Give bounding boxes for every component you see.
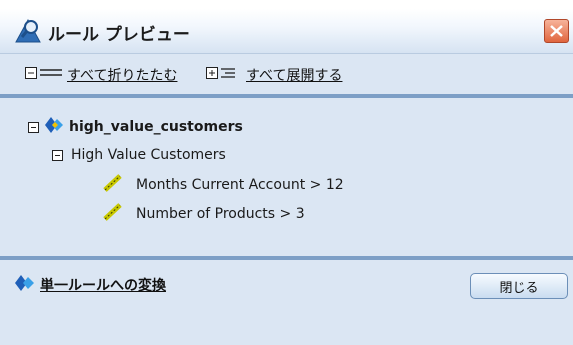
ruleset-diamond-icon (14, 274, 36, 296)
ruler-icon (103, 174, 123, 196)
convert-label: 単一ルールへの変換 (40, 278, 166, 294)
close-button[interactable]: 閉じる (470, 273, 568, 299)
ruler-icon (103, 203, 123, 225)
rule-tree: high_value_customers High Value Customer… (0, 98, 573, 256)
ruleset-name: high_value_customers (69, 119, 243, 135)
collapse-toggle-icon[interactable] (28, 121, 39, 133)
rule-preview-dialog: ルール プレビュー すべて折りたたむ すべて展開する high_value_cu… (0, 9, 573, 345)
condition-label: Months Current Account > 12 (136, 177, 344, 193)
dialog-title: ルール プレビュー (48, 25, 190, 45)
dialog-footer: 単一ルールへの変換 閉じる (0, 260, 573, 345)
collapse-all-icon (25, 66, 63, 84)
expand-all-label: すべて展開する (246, 68, 343, 84)
convert-to-single-rule-link[interactable]: 単一ルールへの変換 (14, 274, 166, 296)
tree-rule-row[interactable]: High Value Customers (52, 145, 226, 165)
tree-root-row[interactable]: high_value_customers (28, 117, 243, 137)
tree-condition-row[interactable]: Number of Products > 3 (103, 203, 305, 225)
collapse-toggle-icon[interactable] (52, 149, 63, 161)
collapse-all-label: すべて折りたたむ (67, 68, 178, 84)
preview-magnifier-icon (14, 18, 42, 44)
ruleset-diamond-icon (44, 116, 64, 138)
close-icon[interactable] (544, 19, 569, 43)
expand-all-button[interactable]: すべて展開する (206, 65, 342, 85)
expand-all-icon (206, 66, 242, 84)
rule-name: High Value Customers (71, 147, 226, 163)
top-strip (0, 0, 573, 9)
tree-condition-row[interactable]: Months Current Account > 12 (103, 174, 344, 196)
condition-label: Number of Products > 3 (136, 206, 305, 222)
title-bar[interactable]: ルール プレビュー (0, 9, 573, 54)
collapse-all-button[interactable]: すべて折りたたむ (25, 65, 177, 85)
tree-toolbar: すべて折りたたむ すべて展開する (0, 54, 573, 94)
